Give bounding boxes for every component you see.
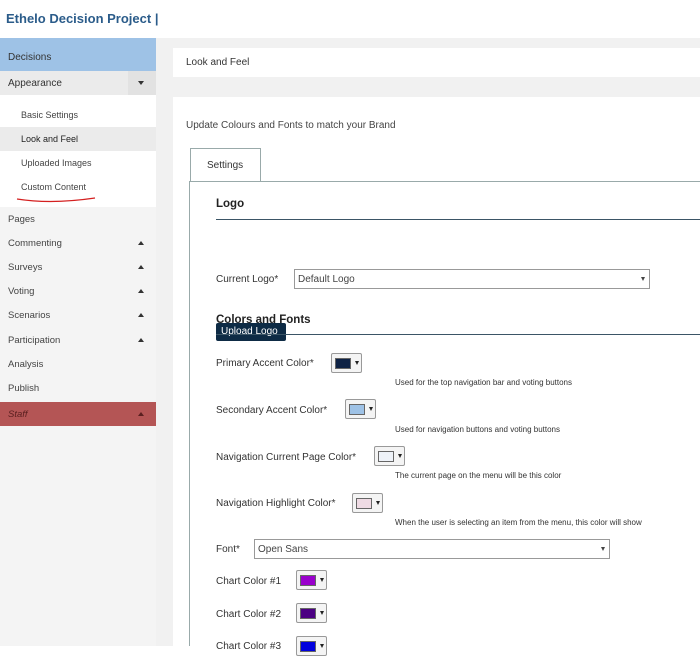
top-bar: Ethelo Decision Project | xyxy=(0,0,700,38)
chevron-up-icon xyxy=(138,313,144,317)
chart-color-1-picker[interactable] xyxy=(296,570,327,590)
submenu-item-basic-settings[interactable]: Basic Settings xyxy=(0,103,156,127)
appearance-toggle[interactable] xyxy=(128,71,156,95)
color-swatch xyxy=(356,498,372,509)
chevron-down-icon xyxy=(641,277,645,281)
chart-color-2-label: Chart Color #2 xyxy=(216,609,282,620)
chevron-down-icon xyxy=(320,644,324,648)
logo-heading: Logo xyxy=(216,198,245,210)
app-title[interactable]: Ethelo Decision Project | xyxy=(6,11,158,26)
chevron-up-icon xyxy=(138,265,144,269)
sidebar-item-label: Analysis xyxy=(8,359,44,370)
sidebar-item-label: Appearance xyxy=(8,78,62,89)
sidebar-item-decisions[interactable]: Decisions xyxy=(0,38,156,71)
sidebar-item-label: Surveys xyxy=(8,262,43,273)
primary-accent-color-picker[interactable] xyxy=(331,353,362,373)
sidebar-item-label: Commenting xyxy=(8,238,62,249)
nav-current-page-color-picker[interactable] xyxy=(374,446,405,466)
main-content: Look and Feel Update Colours and Fonts t… xyxy=(156,38,700,656)
color-swatch xyxy=(349,404,365,415)
current-logo-label: Current Logo* xyxy=(216,274,279,285)
sidebar-item-label: Staff xyxy=(8,409,28,420)
chevron-up-icon xyxy=(138,412,144,416)
chart-color-3-label: Chart Color #3 xyxy=(216,641,282,652)
sidebar-item-scenarios[interactable]: Scenarios xyxy=(0,303,156,327)
color-swatch xyxy=(378,451,394,462)
chevron-down-icon xyxy=(320,611,324,615)
intro-text: Update Colours and Fonts to match your B… xyxy=(186,120,396,131)
submenu-item-label: Uploaded Images xyxy=(21,158,92,168)
chevron-up-icon xyxy=(138,241,144,245)
submenu-item-label: Basic Settings xyxy=(21,110,79,120)
nav-highlight-help: When the user is selecting an item from … xyxy=(395,518,642,527)
primary-accent-help: Used for the top navigation bar and voti… xyxy=(395,378,573,387)
sidebar-item-label: Scenarios xyxy=(8,310,51,321)
color-swatch xyxy=(300,641,316,652)
chart-color-1-label: Chart Color #1 xyxy=(216,576,282,587)
tab-label: Settings xyxy=(207,160,244,171)
submenu-item-custom-content[interactable]: Custom Content xyxy=(0,175,156,199)
breadcrumb: Look and Feel xyxy=(173,48,700,77)
chevron-down-icon xyxy=(601,547,605,551)
chevron-up-icon xyxy=(138,289,144,293)
sidebar-item-label: Participation xyxy=(8,335,61,346)
secondary-accent-help: Used for navigation buttons and voting b… xyxy=(395,425,560,434)
chevron-down-icon xyxy=(320,578,324,582)
secondary-accent-label: Secondary Accent Color* xyxy=(216,405,328,416)
submenu-item-uploaded-images[interactable]: Uploaded Images xyxy=(0,151,156,175)
sidebar-item-publish[interactable]: Publish xyxy=(0,376,156,400)
tab-settings[interactable]: Settings xyxy=(190,148,261,181)
chevron-down-icon xyxy=(369,407,373,411)
submenu-item-look-and-feel[interactable]: Look and Feel xyxy=(0,127,156,151)
chevron-down-icon xyxy=(376,501,380,505)
nav-current-page-help: The current page on the menu will be thi… xyxy=(395,471,562,480)
sidebar-item-analysis[interactable]: Analysis xyxy=(0,352,156,376)
submenu-item-label: Look and Feel xyxy=(21,134,79,144)
color-swatch xyxy=(335,358,351,369)
divider xyxy=(216,334,700,335)
sidebar-item-pages[interactable]: Pages xyxy=(0,207,156,231)
divider xyxy=(216,219,700,220)
font-value: Open Sans xyxy=(258,544,309,555)
sidebar-item-surveys[interactable]: Surveys xyxy=(0,255,156,279)
nav-highlight-color-picker[interactable] xyxy=(352,493,383,513)
color-swatch xyxy=(300,575,316,586)
submenu-item-label: Custom Content xyxy=(21,182,87,192)
chart-color-2-picker[interactable] xyxy=(296,603,327,623)
page-title: Look and Feel xyxy=(186,57,250,68)
primary-accent-label: Primary Accent Color* xyxy=(216,358,314,369)
chart-color-3-picker[interactable] xyxy=(296,636,327,656)
secondary-accent-color-picker[interactable] xyxy=(345,399,376,419)
sidebar-item-label: Pages xyxy=(8,214,35,225)
chevron-up-icon xyxy=(138,338,144,342)
sidebar-item-commenting[interactable]: Commenting xyxy=(0,231,156,255)
appearance-submenu: Basic Settings Look and Feel Uploaded Im… xyxy=(0,95,156,207)
settings-card: Update Colours and Fonts to match your B… xyxy=(173,97,700,656)
sidebar-item-label: Publish xyxy=(8,383,40,394)
chevron-down-icon xyxy=(398,454,402,458)
sidebar-item-voting[interactable]: Voting xyxy=(0,279,156,303)
sidebar-item-appearance[interactable]: Appearance xyxy=(0,71,156,95)
chevron-down-icon xyxy=(355,361,359,365)
upload-logo-label: Upload Logo xyxy=(221,326,278,337)
current-logo-select[interactable]: Default Logo xyxy=(294,269,650,289)
chevron-down-icon xyxy=(138,81,144,85)
sidebar-item-label: Voting xyxy=(8,286,35,297)
sidebar-item-staff[interactable]: Staff xyxy=(0,402,156,426)
sidebar-item-label: Decisions xyxy=(8,52,52,63)
font-select[interactable]: Open Sans xyxy=(254,539,610,559)
font-label: Font* xyxy=(216,544,240,555)
sidebar-item-participation[interactable]: Participation xyxy=(0,328,156,352)
nav-highlight-label: Navigation Highlight Color* xyxy=(216,498,336,509)
nav-current-page-label: Navigation Current Page Color* xyxy=(216,452,357,463)
sidebar: Decisions Appearance Basic Settings Look… xyxy=(0,38,156,646)
current-logo-value: Default Logo xyxy=(298,274,355,285)
colors-heading: Colors and Fonts xyxy=(216,314,311,326)
settings-tab-panel: Logo Upload Logo Current Logo* Default L… xyxy=(189,181,700,656)
color-swatch xyxy=(300,608,316,619)
